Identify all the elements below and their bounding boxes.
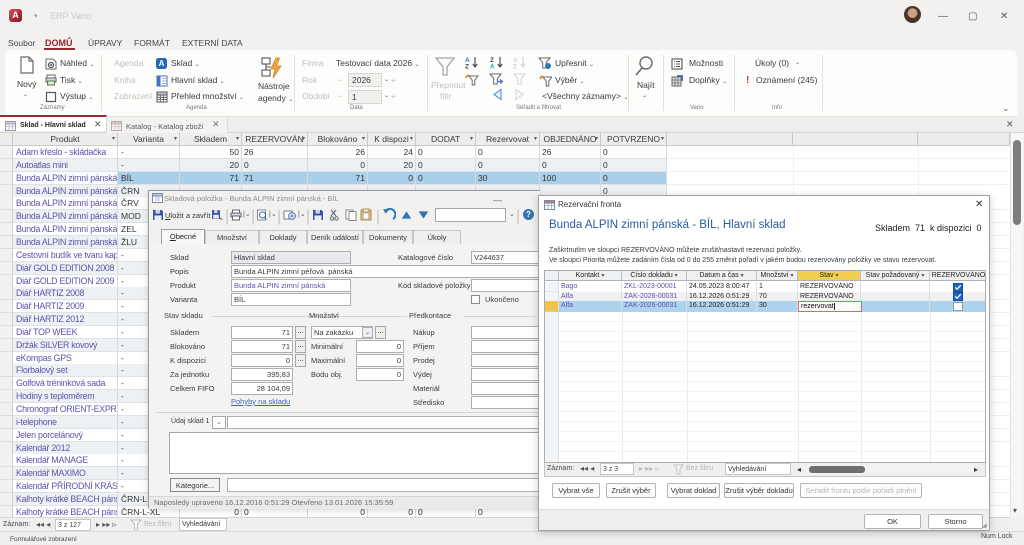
svg-text:Z: Z <box>465 64 469 70</box>
svg-text:Z: Z <box>513 64 517 70</box>
svg-text:A: A <box>490 64 495 70</box>
